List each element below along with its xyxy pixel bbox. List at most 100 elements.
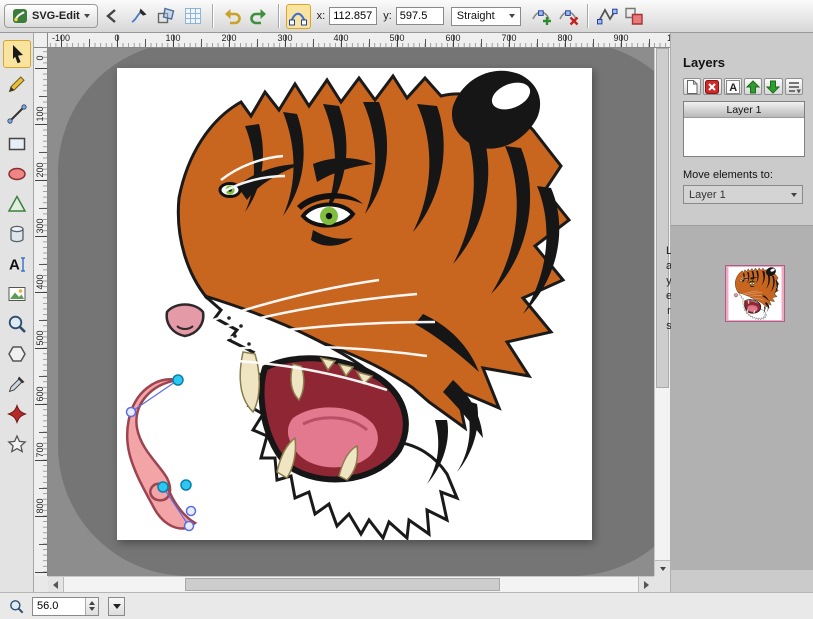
chevron-down-icon: [791, 193, 797, 197]
new-layer-icon: [684, 79, 700, 95]
merge-layer-button[interactable]: [785, 78, 803, 95]
vertical-ruler: 0100200300400500600700800: [34, 48, 48, 576]
link-control-points-icon: [288, 6, 308, 26]
arrow-left-icon: [53, 581, 58, 589]
h-ruler-label: 100: [161, 33, 185, 43]
y-label: y:: [383, 10, 392, 22]
delete-layer-button[interactable]: [703, 78, 721, 95]
link-control-points-button[interactable]: [286, 4, 311, 29]
layer-row[interactable]: Layer 1: [684, 102, 804, 118]
arrow-down-icon: [765, 79, 781, 95]
shape-library-tool[interactable]: [3, 400, 31, 428]
delete-node-button[interactable]: [556, 4, 581, 29]
lower-layer-button[interactable]: [764, 78, 782, 95]
h-ruler-label: 500: [385, 33, 409, 43]
text-tool[interactable]: A: [3, 250, 31, 278]
ellipse-tool[interactable]: [3, 160, 31, 188]
horizontal-scrollbar-thumb[interactable]: [185, 578, 500, 591]
ornament-icon: [6, 403, 28, 425]
eyedropper-tool[interactable]: [3, 370, 31, 398]
toolbar-separator: [587, 4, 589, 28]
x-input[interactable]: [329, 7, 377, 25]
undo-button[interactable]: [220, 4, 245, 29]
status-bar: [0, 592, 813, 619]
raise-layer-button[interactable]: [744, 78, 762, 95]
grid-toggle-button[interactable]: [181, 4, 206, 29]
star-icon: [6, 433, 28, 455]
v-ruler-label: 0: [35, 48, 45, 74]
h-ruler-label: 200: [217, 33, 241, 43]
collapse-button[interactable]: [100, 4, 125, 29]
v-ruler-label: 200: [35, 154, 45, 186]
move-elements-label: Move elements to:: [683, 169, 803, 181]
ellipse-icon: [6, 163, 28, 185]
image-icon: [6, 283, 28, 305]
v-ruler-label: 800: [35, 490, 45, 522]
cylinder-tool[interactable]: [3, 220, 31, 248]
polygon-tool[interactable]: [3, 340, 31, 368]
cylinder-icon: [6, 223, 28, 245]
insert-node-button[interactable]: [529, 4, 554, 29]
hexagon-icon: [6, 343, 28, 365]
image-tool[interactable]: [3, 280, 31, 308]
toolbar-separator: [212, 4, 214, 28]
canvas-content: [117, 68, 592, 540]
zoom-input[interactable]: [33, 600, 85, 612]
zoom-spinner[interactable]: [85, 598, 98, 615]
layer-buttons: A: [683, 78, 803, 95]
zoom-field: [32, 597, 99, 616]
open-path-button[interactable]: [595, 4, 620, 29]
arrow-right-icon: [644, 581, 649, 589]
h-ruler-label: 900: [609, 33, 633, 43]
h-ruler-label: 600: [441, 33, 465, 43]
edit-source-icon: [129, 6, 149, 26]
line-tool[interactable]: [3, 100, 31, 128]
zoom-tool[interactable]: [3, 310, 31, 338]
edit-source-button[interactable]: [127, 4, 152, 29]
scroll-left-button[interactable]: [48, 577, 64, 592]
merge-layer-icon: [786, 79, 802, 95]
layers-panel: Layers Layers A Layer 1 Move elements to…: [670, 33, 813, 592]
redo-icon: [249, 6, 269, 26]
select-tool[interactable]: [3, 40, 31, 68]
arrow-up-icon: [745, 79, 761, 95]
new-layer-button[interactable]: [683, 78, 701, 95]
segment-type-select[interactable]: Straight: [451, 7, 521, 26]
svg-canvas[interactable]: [117, 68, 592, 540]
add-subpath-button[interactable]: [622, 4, 647, 29]
h-ruler-label: -100: [49, 33, 73, 43]
drawing-workspace[interactable]: [48, 48, 654, 576]
wireframe-button[interactable]: [154, 4, 179, 29]
main-menu-button[interactable]: SVG-Edit: [4, 4, 98, 28]
vertical-scrollbar-thumb[interactable]: [656, 48, 669, 388]
scroll-right-button[interactable]: [638, 577, 654, 592]
path-tool[interactable]: [3, 190, 31, 218]
rectangle-icon: [6, 133, 28, 155]
horizontal-scrollbar[interactable]: [48, 576, 654, 592]
collapse-chevron-icon: [102, 6, 122, 26]
v-ruler-label: 100: [35, 98, 45, 130]
zoom-preset-dropdown[interactable]: [108, 597, 125, 616]
wireframe-mode-icon: [156, 6, 176, 26]
rect-tool[interactable]: [3, 130, 31, 158]
svg-text:A: A: [9, 257, 20, 274]
ruler-corner: [34, 33, 48, 48]
pencil-tool[interactable]: [3, 70, 31, 98]
move-layer-select[interactable]: Layer 1: [683, 185, 803, 204]
pencil-icon: [6, 73, 28, 95]
star-tool[interactable]: [3, 430, 31, 458]
magnifier-icon: [6, 313, 28, 335]
thumbnail-tiger-icon: [727, 267, 783, 320]
scroll-down-button[interactable]: [655, 560, 670, 576]
rename-layer-button[interactable]: A: [724, 78, 742, 95]
select-arrow-icon: [6, 43, 28, 65]
spinner-up-icon: [89, 601, 95, 605]
delete-node-icon: [557, 5, 579, 27]
canvas-region: -10001002003004005006007008009001000 010…: [34, 33, 670, 592]
eyedropper-icon: [6, 373, 28, 395]
y-input[interactable]: [396, 7, 444, 25]
redo-button[interactable]: [247, 4, 272, 29]
artwork-thumbnail: [725, 265, 785, 322]
h-ruler-label: 0: [105, 33, 129, 43]
tool-palette: A: [0, 33, 34, 592]
